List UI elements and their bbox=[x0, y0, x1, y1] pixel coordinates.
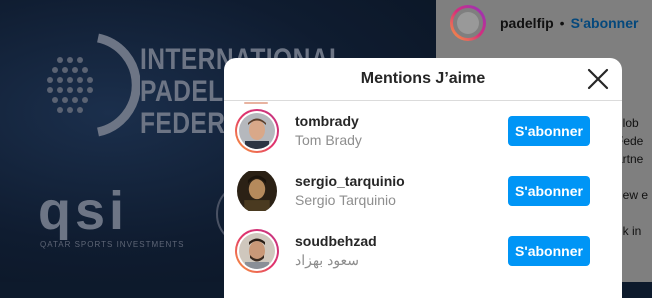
user-handle[interactable]: sergio_tarquinio bbox=[295, 172, 405, 190]
post-author-avatar[interactable] bbox=[450, 5, 486, 41]
post-follow-link[interactable]: S'abonner bbox=[571, 15, 639, 31]
likes-modal: Mentions J’aime tombrady Tom Brady S'abo… bbox=[224, 58, 622, 298]
avatar bbox=[239, 113, 275, 149]
user-full-name: Sergio Tarquinio bbox=[295, 192, 396, 208]
follow-button[interactable]: S'abonner bbox=[508, 176, 590, 206]
close-icon[interactable] bbox=[586, 67, 610, 91]
avatar-wrapper[interactable] bbox=[235, 169, 279, 213]
user-full-name: سعود بهزاد bbox=[295, 252, 360, 268]
list-item[interactable]: soudbehzad سعود بهزاد S'abonner bbox=[224, 221, 622, 281]
separator-dot: • bbox=[559, 15, 565, 31]
padel-ball-logo-icon bbox=[47, 33, 140, 137]
sponsor-subtitle: QATAR SPORTS INVESTMENTS bbox=[40, 240, 185, 249]
sponsor-logo: qsi bbox=[38, 181, 129, 241]
user-full-name: Tom Brady bbox=[295, 132, 362, 148]
likes-user-list[interactable]: tombrady Tom Brady S'abonner sergio_tarq… bbox=[224, 101, 622, 281]
post-author-username[interactable]: padelfip bbox=[500, 15, 554, 31]
story-ring[interactable] bbox=[235, 229, 279, 273]
user-handle[interactable]: tombrady bbox=[295, 112, 362, 130]
list-item[interactable]: tombrady Tom Brady S'abonner bbox=[224, 101, 622, 161]
avatar bbox=[239, 233, 275, 269]
user-handle[interactable]: soudbehzad bbox=[295, 232, 377, 250]
follow-button[interactable]: S'abonner bbox=[508, 236, 590, 266]
post-header: padelfip • S'abonner bbox=[436, 0, 652, 46]
avatar bbox=[237, 171, 277, 211]
modal-title: Mentions J’aime bbox=[360, 70, 486, 87]
list-item[interactable]: sergio_tarquinio Sergio Tarquinio S'abon… bbox=[224, 161, 622, 221]
modal-header: Mentions J’aime bbox=[224, 58, 622, 101]
story-ring[interactable] bbox=[235, 109, 279, 153]
follow-button[interactable]: S'abonner bbox=[508, 116, 590, 146]
